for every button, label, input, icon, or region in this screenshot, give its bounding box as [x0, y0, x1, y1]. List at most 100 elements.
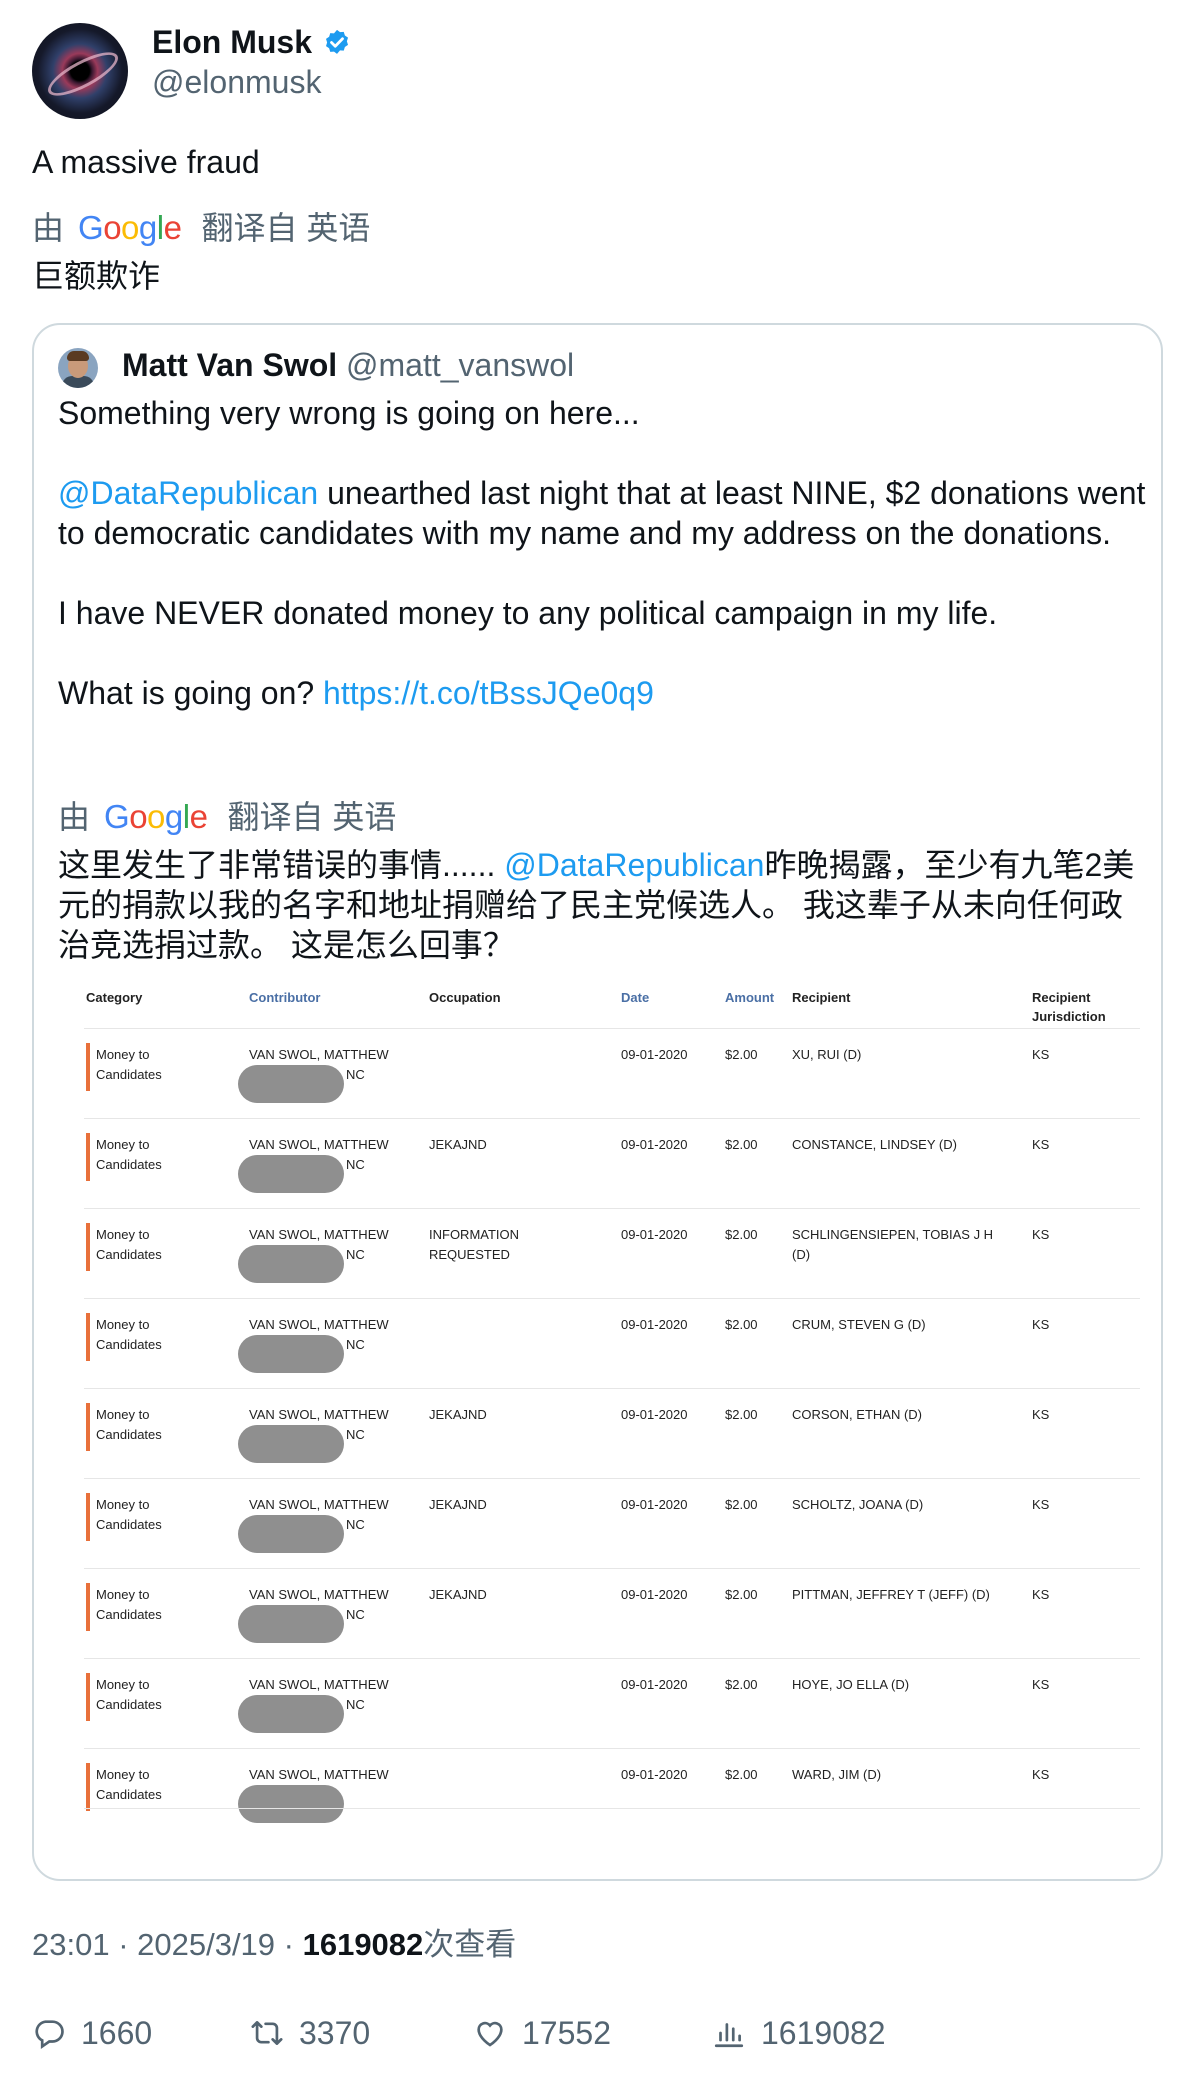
contributor-state: NC — [346, 1067, 365, 1082]
recipient-cell: SCHOLTZ, JOANA (D) — [792, 1497, 924, 1512]
table-row: Money to Candidates VAN SWOL, MATTHEW NC JEK… — [84, 1568, 1140, 1658]
category-cell: Money to Candidates — [96, 1497, 162, 1532]
quoted-translated-text: 这里发生了非常错误的事情...... @DataRepublican昨晚揭露，至… — [58, 845, 1143, 965]
quoted-translation-attribution[interactable]: 由 Google 翻译自 英语 — [58, 797, 396, 837]
views-button[interactable]: 1619082 — [712, 2013, 886, 2053]
translate-suffix: 翻译自 英语 — [201, 210, 371, 246]
heart-icon — [477, 2021, 503, 2047]
amount-cell: $2.00 — [725, 1407, 758, 1422]
header-amount: Amount — [725, 990, 775, 1005]
category-cell: Money to Candidates — [96, 1137, 162, 1172]
redacted-address — [238, 1245, 344, 1283]
category-bar — [86, 1133, 90, 1181]
tweet-timestamp[interactable]: 23:01 · 2025/3/19 · 1619082次查看 — [32, 1925, 516, 1965]
reply-button[interactable]: 1660 — [32, 2013, 152, 2053]
amount-cell: $2.00 — [725, 1317, 758, 1332]
table-row: Money to Candidates VAN SWOL, MATTHEW 09-01… — [84, 1748, 1140, 1838]
quoted-line-3: I have NEVER donated money to any politi… — [58, 595, 998, 631]
like-count: 17552 — [522, 2015, 611, 2051]
contributor-cell: VAN SWOL, MATTHEW — [249, 1407, 389, 1422]
quoted-author-avatar[interactable] — [58, 348, 98, 388]
amount-cell: $2.00 — [725, 1497, 758, 1512]
retweet-count: 3370 — [299, 2015, 371, 2051]
quoted-tweet-body: Something very wrong is going on here...… — [58, 393, 1148, 713]
author-name[interactable]: Elon Musk — [152, 22, 312, 62]
recipient-cell: WARD, JIM (D) — [792, 1767, 882, 1782]
contributor-cell: VAN SWOL, MATTHEW — [249, 1047, 389, 1062]
category-bar — [86, 1403, 90, 1451]
quoted-author-name[interactable]: Matt Van Swol — [122, 345, 337, 385]
amount-cell: $2.00 — [725, 1137, 758, 1152]
header-contributor: Contributor — [249, 990, 321, 1005]
jurisdiction-cell: KS — [1032, 1137, 1050, 1152]
header-jurisdiction: Recipient Jurisdiction — [1032, 990, 1106, 1024]
header-occupation: Occupation — [429, 990, 501, 1005]
header-recipient: Recipient — [792, 990, 851, 1005]
category-cell: Money to Candidates — [96, 1317, 162, 1352]
contributor-cell: VAN SWOL, MATTHEW — [249, 1587, 389, 1602]
date-cell: 09-01-2020 — [621, 1407, 688, 1422]
category-bar — [86, 1223, 90, 1271]
category-cell: Money to Candidates — [96, 1047, 162, 1082]
author-avatar[interactable] — [32, 23, 128, 119]
quoted-author-handle[interactable]: @matt_vanswol — [346, 345, 574, 385]
quoted-line-4: What is going on? https://t.co/tBssJQe0q… — [58, 673, 1148, 713]
table-row: Money to Candidates VAN SWOL, MATTHEW NC JEK… — [84, 1388, 1140, 1478]
recipient-cell: CRUM, STEVEN G (D) — [792, 1317, 926, 1332]
translation-attribution[interactable]: 由 Google 翻译自 英语 — [32, 208, 370, 248]
category-cell: Money to Candidates — [96, 1587, 162, 1622]
jurisdiction-cell: KS — [1032, 1767, 1050, 1782]
redacted-address — [238, 1065, 344, 1103]
quoted-line-1: Something very wrong is going on here... — [58, 395, 640, 431]
table-row: Money to Candidates VAN SWOL, MATTHEW NC JEK… — [84, 1478, 1140, 1568]
amount-cell: $2.00 — [725, 1047, 758, 1062]
table-row: Money to Candidates VAN SWOL, MATTHEW NC 09-… — [84, 1658, 1140, 1748]
contributor-state: NC — [346, 1697, 365, 1712]
recipient-cell: PITTMAN, JEFFREY T (JEFF) (D) — [792, 1587, 990, 1602]
occupation-cell: JEKAJND — [429, 1587, 487, 1602]
date-cell: 09-01-2020 — [621, 1227, 688, 1242]
contributor-state: NC — [346, 1427, 365, 1442]
google-logo: Google — [78, 209, 182, 246]
donation-table-image[interactable]: Category Contributor Occupation Date Amo… — [84, 980, 1144, 1823]
contributor-cell: VAN SWOL, MATTHEW — [249, 1497, 389, 1512]
contributor-cell: VAN SWOL, MATTHEW — [249, 1137, 389, 1152]
jurisdiction-cell: KS — [1032, 1407, 1050, 1422]
contributor-state: NC — [346, 1607, 365, 1622]
view-count: 1619082 — [302, 1927, 424, 1962]
header-category: Category — [86, 990, 143, 1005]
contributor-state: NC — [346, 1247, 365, 1262]
quoted-line-2: @DataRepublican unearthed last night tha… — [58, 473, 1148, 553]
header-date: Date — [621, 990, 650, 1005]
date-cell: 09-01-2020 — [621, 1587, 688, 1602]
category-cell: Money to Candidates — [96, 1767, 162, 1802]
contributor-cell: VAN SWOL, MATTHEW — [249, 1227, 389, 1242]
translated-part-a: 这里发生了非常错误的事情...... — [58, 847, 505, 883]
verified-badge-icon — [326, 29, 348, 54]
translate-prefix: 由 — [58, 799, 91, 835]
like-button[interactable]: 17552 — [473, 2013, 611, 2053]
recipient-cell: CORSON, ETHAN (D) — [792, 1407, 922, 1422]
view-label: 次查看 — [423, 1927, 517, 1962]
category-bar — [86, 1313, 90, 1361]
contributor-cell: VAN SWOL, MATTHEW — [249, 1677, 389, 1692]
jurisdiction-cell: KS — [1032, 1677, 1050, 1692]
google-logo: Google — [104, 798, 208, 835]
category-cell: Money to Candidates — [96, 1677, 162, 1712]
tco-link[interactable]: https://t.co/tBssJQe0q9 — [323, 675, 654, 711]
retweet-button[interactable]: 3370 — [250, 2013, 370, 2053]
category-bar — [86, 1583, 90, 1631]
contributor-state: NC — [346, 1517, 365, 1532]
date-cell: 09-01-2020 — [621, 1317, 688, 1332]
jurisdiction-cell: KS — [1032, 1227, 1050, 1242]
jurisdiction-cell: KS — [1032, 1317, 1050, 1332]
translated-mention-link[interactable]: @DataRepublican — [504, 847, 764, 883]
mention-link[interactable]: @DataRepublican — [58, 475, 318, 511]
author-handle[interactable]: @elonmusk — [152, 62, 321, 102]
reply-icon — [35, 2020, 64, 2050]
quoted-line-4-text: What is going on? — [58, 675, 324, 711]
jurisdiction-cell: KS — [1032, 1047, 1050, 1062]
category-cell: Money to Candidates — [96, 1407, 162, 1442]
amount-cell: $2.00 — [725, 1587, 758, 1602]
date-cell: 09-01-2020 — [621, 1047, 688, 1062]
